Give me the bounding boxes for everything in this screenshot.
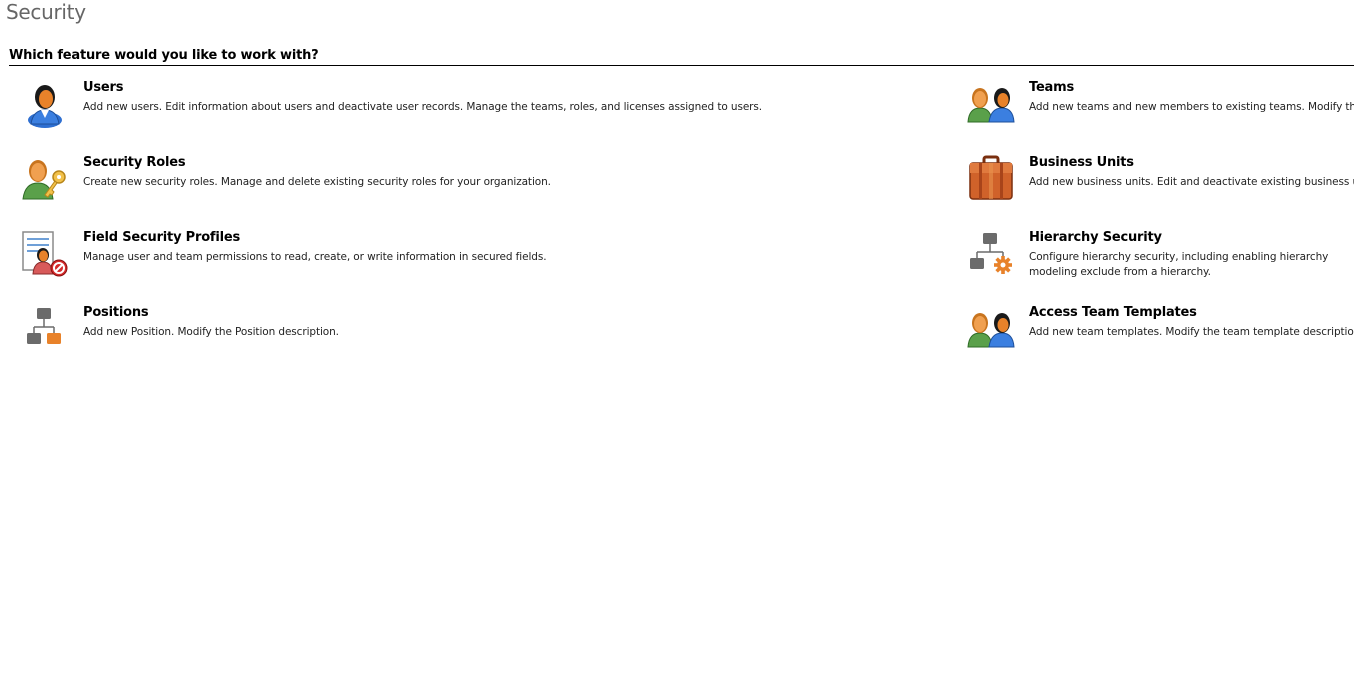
- feature-prompt: Which feature would you like to work wit…: [9, 48, 319, 63]
- feature-title-positions[interactable]: Positions: [83, 305, 149, 320]
- feature-security-roles[interactable]: Security Roles Create new security roles…: [21, 155, 921, 205]
- feature-field-security-profiles[interactable]: Field Security Profiles Manage user and …: [21, 230, 921, 280]
- feature-desc-field-security-profiles: Manage user and team permissions to read…: [83, 251, 547, 263]
- feature-desc-teams: Add new teams and new members to existin…: [1029, 101, 1354, 113]
- feature-business-units[interactable]: Business Units Add new business units. E…: [967, 155, 1354, 205]
- team-icon: [967, 88, 1015, 123]
- feature-hierarchy-security[interactable]: Hierarchy Security Configure hierarchy s…: [967, 230, 1354, 290]
- feature-desc-hierarchy-security: Configure hierarchy security, including …: [1029, 251, 1329, 278]
- feature-desc-users: Add new users. Edit information about us…: [83, 101, 763, 113]
- feature-title-access-team-templates[interactable]: Access Team Templates: [1029, 305, 1197, 320]
- user-key-icon: [22, 160, 66, 200]
- org-chart-icon: [27, 308, 61, 344]
- feature-users[interactable]: Users Add new users. Edit information ab…: [21, 80, 921, 130]
- document-user-prohibited-icon: [22, 231, 68, 277]
- feature-teams[interactable]: Teams Add new teams and new members to e…: [967, 80, 1354, 130]
- team-icon: [967, 313, 1015, 348]
- page-title: Security: [6, 0, 86, 24]
- feature-desc-business-units: Add new business units. Edit and deactiv…: [1029, 176, 1354, 188]
- feature-desc-security-roles: Create new security roles. Manage and de…: [83, 176, 551, 188]
- feature-title-business-units[interactable]: Business Units: [1029, 155, 1134, 170]
- feature-desc-access-team-templates: Add new team templates. Modify the team …: [1029, 326, 1354, 338]
- briefcase-icon: [969, 155, 1013, 200]
- header-divider: [9, 65, 1354, 66]
- feature-title-field-security-profiles[interactable]: Field Security Profiles: [83, 230, 240, 245]
- feature-title-security-roles[interactable]: Security Roles: [83, 155, 186, 170]
- feature-title-users[interactable]: Users: [83, 80, 123, 95]
- feature-title-hierarchy-security[interactable]: Hierarchy Security: [1029, 230, 1162, 245]
- feature-positions[interactable]: Positions Add new Position. Modify the P…: [21, 305, 921, 355]
- feature-access-team-templates[interactable]: Access Team Templates Add new team templ…: [967, 305, 1354, 355]
- feature-title-teams[interactable]: Teams: [1029, 80, 1074, 95]
- feature-desc-positions: Add new Position. Modify the Position de…: [83, 326, 339, 338]
- hierarchy-gear-icon: [970, 233, 1012, 274]
- user-icon: [28, 85, 62, 128]
